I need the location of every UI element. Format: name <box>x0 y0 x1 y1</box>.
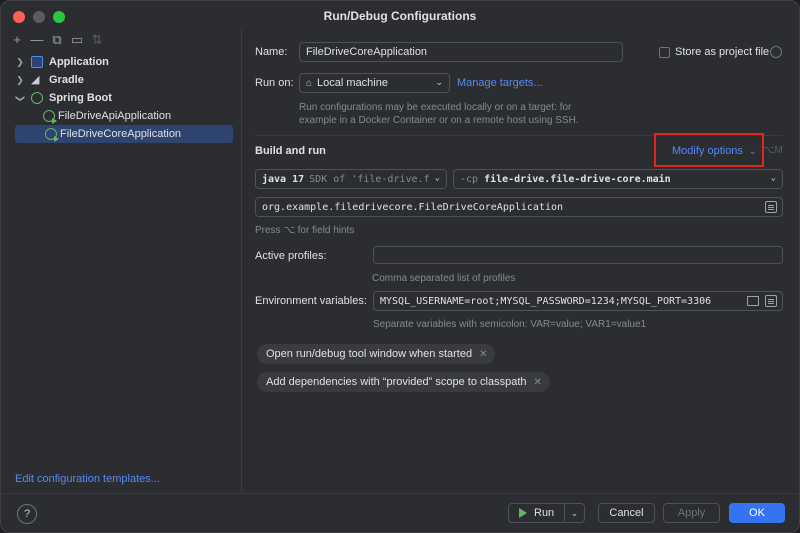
new-folder-icon[interactable]: ▭ <box>70 33 84 47</box>
tree-item-filedrivecoreapplication[interactable]: FileDriveCoreApplication <box>15 125 233 143</box>
minimize-window-button[interactable] <box>33 11 45 23</box>
run-debug-configurations-dialog: Run/Debug Configurations + — ⧉ ▭ ⇅ ❯ App… <box>0 0 800 533</box>
spring-boot-icon <box>31 92 43 104</box>
remove-icon[interactable]: — <box>30 33 44 47</box>
zoom-window-button[interactable] <box>53 11 65 23</box>
environment-variables-label: Environment variables: <box>255 295 367 307</box>
tree-item-filedriveapiapplication[interactable]: FileDriveApiApplication <box>13 107 233 125</box>
apply-button[interactable]: Apply <box>663 503 720 523</box>
run-button-label: Run <box>534 507 555 519</box>
close-window-button[interactable] <box>13 11 25 23</box>
run-button[interactable]: Run ⌄ <box>508 503 585 523</box>
title-bar: Run/Debug Configurations <box>1 1 799 31</box>
chevron-down-icon: ⌄ <box>435 77 443 87</box>
spring-run-icon <box>43 110 57 124</box>
edit-configuration-templates-link[interactable]: Edit configuration templates... <box>15 473 160 485</box>
option-tag-provided-scope[interactable]: Add dependencies with “provided” scope t… <box>257 372 550 392</box>
jdk-dropdown[interactable]: java 17 SDK of 'file-drive.f ⌄ <box>255 169 447 189</box>
chevron-down-icon: ⌄ <box>434 173 440 183</box>
run-on-hint-line-1: Run configurations may be executed local… <box>299 102 572 113</box>
active-profiles-field[interactable] <box>373 246 783 264</box>
configuration-tree: ❯ Application ❯ ◢ Gradle ❯ Spring Boot F… <box>13 53 233 143</box>
run-on-hint-line-2: example in a Docker Container or on a re… <box>299 115 579 126</box>
option-tag-label: Open run/debug tool window when started <box>266 348 473 360</box>
manage-targets-link[interactable]: Manage targets... <box>457 77 543 89</box>
help-button[interactable]: ? <box>17 504 37 524</box>
environment-variables-hint: Separate variables with semicolon: VAR=v… <box>373 319 647 330</box>
spring-run-icon <box>45 128 59 142</box>
cp-value: file-drive.file-drive-core.main <box>484 173 671 185</box>
remove-option-icon[interactable]: ✕ <box>479 349 487 360</box>
remove-option-icon[interactable]: ✕ <box>534 377 542 388</box>
add-icon[interactable]: + <box>10 33 24 47</box>
modify-options-shortcut: ⌥M <box>763 145 783 156</box>
configuration-sidebar: + — ⧉ ▭ ⇅ ❯ Application ❯ ◢ Gradle ❯ Spr… <box>1 29 242 493</box>
dialog-footer: ? Run ⌄ Cancel Apply OK <box>1 493 799 532</box>
window-controls <box>13 11 65 23</box>
tree-item-application[interactable]: ❯ Application <box>13 53 233 71</box>
active-profiles-hint: Comma separated list of profiles <box>372 273 516 284</box>
ok-button[interactable]: OK <box>729 503 785 523</box>
tree-item-spring-boot[interactable]: ❯ Spring Boot <box>13 89 233 107</box>
store-as-project-file-checkbox[interactable] <box>659 47 670 58</box>
home-icon: ⌂ <box>306 77 313 89</box>
build-and-run-heading: Build and run <box>255 145 326 157</box>
configuration-form: Name: FileDriveCoreApplication Store as … <box>243 29 799 493</box>
run-dropdown-arrow[interactable]: ⌄ <box>564 504 584 522</box>
active-profiles-label: Active profiles: <box>255 250 327 262</box>
tree-item-label: FileDriveCoreApplication <box>60 128 182 140</box>
tree-item-label: FileDriveApiApplication <box>58 110 172 122</box>
run-on-label: Run on: <box>255 77 294 89</box>
classpath-module-dropdown[interactable]: -cp file-drive.file-drive-core.main ⌄ <box>453 169 783 189</box>
modify-options-button[interactable]: Modify options ⌄ <box>672 145 757 157</box>
run-play-icon <box>519 508 527 518</box>
application-icon <box>31 56 43 68</box>
settings-gear-icon[interactable] <box>770 46 782 58</box>
option-tag-open-tool-window[interactable]: Open run/debug tool window when started … <box>257 344 496 364</box>
run-on-value: Local machine <box>317 77 388 89</box>
window-title: Run/Debug Configurations <box>323 9 477 23</box>
environment-variables-value: MYSQL_USERNAME=root;MYSQL_PASSWORD=1234;… <box>380 295 712 307</box>
main-class-value: org.example.filedrivecore.FileDriveCoreA… <box>262 201 564 213</box>
tree-item-gradle[interactable]: ❯ ◢ Gradle <box>13 71 233 89</box>
copy-icon[interactable]: ⧉ <box>50 33 64 47</box>
tree-item-label: Gradle <box>49 74 84 86</box>
environment-variables-field[interactable]: MYSQL_USERNAME=root;MYSQL_PASSWORD=1234;… <box>373 291 783 311</box>
run-on-dropdown[interactable]: ⌂ Local machine ⌄ <box>299 73 450 93</box>
sidebar-toolbar: + — ⧉ ▭ ⇅ <box>10 33 104 47</box>
sort-icon[interactable]: ⇅ <box>90 33 104 47</box>
modify-options-label: Modify options <box>672 145 743 157</box>
browse-icon[interactable] <box>765 201 777 213</box>
edit-variables-icon[interactable] <box>765 295 777 307</box>
jdk-hint: SDK of 'file-drive.f <box>309 173 430 185</box>
option-tag-label: Add dependencies with “provided” scope t… <box>266 376 527 388</box>
tree-item-label: Application <box>49 56 109 68</box>
chevron-down-icon: ⌄ <box>770 173 776 183</box>
tree-item-label: Spring Boot <box>49 92 112 104</box>
folder-icon[interactable] <box>747 296 759 306</box>
chevron-right-icon[interactable]: ❯ <box>13 75 27 86</box>
chevron-right-icon[interactable]: ❯ <box>13 57 27 68</box>
cp-prefix: -cp <box>460 173 479 185</box>
name-label: Name: <box>255 46 288 58</box>
jdk-value: java 17 <box>262 173 305 185</box>
cancel-button[interactable]: Cancel <box>598 503 655 523</box>
name-field[interactable]: FileDriveCoreApplication <box>299 42 623 62</box>
store-as-project-file-label: Store as project file <box>675 46 770 58</box>
main-class-field[interactable]: org.example.filedrivecore.FileDriveCoreA… <box>255 197 783 217</box>
chevron-down-icon: ⌄ <box>749 146 757 156</box>
field-hint: Press ⌥ for field hints <box>255 225 355 236</box>
gradle-icon: ◢ <box>31 74 40 86</box>
chevron-down-icon[interactable]: ❯ <box>15 91 26 105</box>
